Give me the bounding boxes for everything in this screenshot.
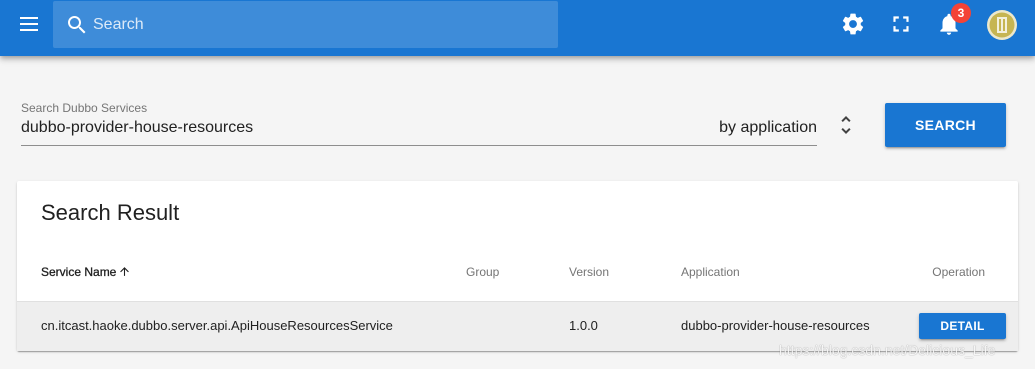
search-icon <box>68 16 86 34</box>
service-search-input[interactable] <box>21 116 681 140</box>
column-header-operation: Operation <box>932 265 985 279</box>
search-type-toggle[interactable] <box>834 113 858 137</box>
search-type-value: by application <box>719 119 817 136</box>
cell-service-name: cn.itcast.haoke.dubbo.server.api.ApiHous… <box>41 318 393 333</box>
arrow-up-icon <box>120 267 130 276</box>
menu-button[interactable] <box>14 9 44 39</box>
column-header-group[interactable]: Group <box>466 265 499 280</box>
avatar-image <box>987 10 1017 40</box>
unfold-more-icon <box>841 116 851 134</box>
search-field-underline <box>21 145 817 146</box>
menu-icon <box>20 17 38 31</box>
detail-button[interactable]: DETAIL <box>919 313 1006 339</box>
top-toolbar: 3 <box>0 0 1035 56</box>
global-search-box[interactable] <box>53 1 558 48</box>
notification-badge: 3 <box>951 3 971 23</box>
notifications-button[interactable]: 3 <box>929 3 971 44</box>
search-field-label: Search Dubbo Services <box>21 101 148 115</box>
fullscreen-button[interactable] <box>881 4 921 44</box>
column-header-version[interactable]: Version <box>569 265 609 280</box>
cell-version: 1.0.0 <box>569 318 598 333</box>
search-button[interactable]: SEARCH <box>885 103 1006 147</box>
results-title: Search Result <box>41 200 180 225</box>
search-result-card: Search Result Service Name Group Version… <box>17 181 1018 351</box>
watermark: https://blog.csdn.net/Delicious_Life <box>779 342 996 358</box>
column-header-label: Service Name <box>41 265 117 279</box>
fullscreen-icon <box>893 16 909 32</box>
settings-button[interactable] <box>833 4 873 44</box>
search-type-select[interactable]: by application <box>690 116 817 140</box>
avatar[interactable] <box>987 10 1017 40</box>
gear-icon <box>842 13 864 35</box>
global-search-input[interactable] <box>93 1 548 48</box>
column-header-application[interactable]: Application <box>681 265 740 280</box>
column-header-service-name[interactable]: Service Name <box>41 265 131 280</box>
